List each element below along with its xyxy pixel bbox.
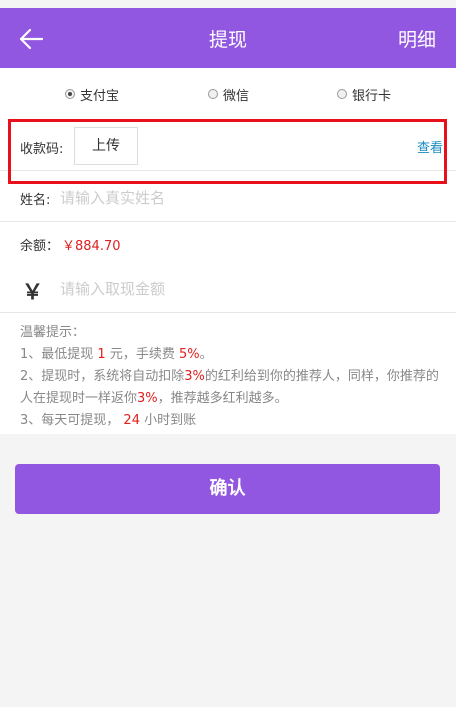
tip-text: 。 bbox=[199, 347, 213, 362]
tips-title: 温馨提示： bbox=[20, 325, 86, 340]
confirm-button[interactable]: 确认 bbox=[15, 464, 440, 514]
divider bbox=[0, 312, 456, 313]
divider bbox=[0, 221, 456, 222]
radio-unselected-icon bbox=[337, 89, 347, 99]
referral-rate: 3% bbox=[137, 391, 158, 406]
radio-alipay[interactable]: 支付宝 bbox=[65, 85, 120, 104]
name-label: 姓名: bbox=[20, 193, 51, 208]
tip-line-1: 1、最低提现 1 元，手续费 5%。 bbox=[20, 344, 440, 366]
fee-rate: 5% bbox=[179, 347, 200, 362]
radio-alipay-label: 支付宝 bbox=[80, 88, 120, 104]
radio-unselected-icon bbox=[208, 89, 218, 99]
radio-bank-card-label: 银行卡 bbox=[352, 88, 392, 104]
tip-text: 1、最低提现 bbox=[20, 347, 94, 362]
amount-input[interactable] bbox=[60, 279, 430, 299]
highlight-box bbox=[8, 119, 447, 184]
page-title: 提现 bbox=[208, 29, 247, 51]
radio-wechat-label: 微信 bbox=[223, 88, 250, 104]
name-input[interactable] bbox=[60, 188, 430, 208]
detail-button[interactable]: 明细 bbox=[398, 25, 436, 52]
referral-rate: 3% bbox=[184, 369, 205, 384]
tip-text: ，推荐越多红利越多。 bbox=[157, 391, 288, 406]
tip-text: 2、提现时，系统将自动扣除 bbox=[20, 369, 185, 384]
tip-text: 小时到账 bbox=[144, 413, 197, 428]
tip-text: 元，手续费 bbox=[109, 347, 175, 362]
arrival-hours: 24 bbox=[123, 413, 140, 428]
tip-text: 3、每天可提现， bbox=[20, 413, 120, 428]
radio-selected-icon bbox=[65, 89, 75, 99]
min-amount: 1 bbox=[97, 347, 106, 362]
tips-section: 温馨提示： 1、最低提现 1 元，手续费 5%。 2、提现时，系统将自动扣除3%… bbox=[20, 322, 440, 432]
top-bar: 提现 明细 bbox=[0, 8, 456, 68]
tip-line-2: 2、提现时，系统将自动扣除3%的红利给到你的推荐人，同样，你推荐的人在提现时一样… bbox=[20, 366, 440, 410]
radio-wechat[interactable]: 微信 bbox=[208, 85, 250, 104]
balance-value: ￥884.70 bbox=[62, 239, 121, 254]
radio-bank-card[interactable]: 银行卡 bbox=[337, 85, 392, 104]
yen-icon: ￥ bbox=[22, 280, 43, 304]
tip-line-3: 3、每天可提现， 24 小时到账 bbox=[20, 410, 440, 432]
balance-label: 余额： bbox=[20, 239, 60, 254]
